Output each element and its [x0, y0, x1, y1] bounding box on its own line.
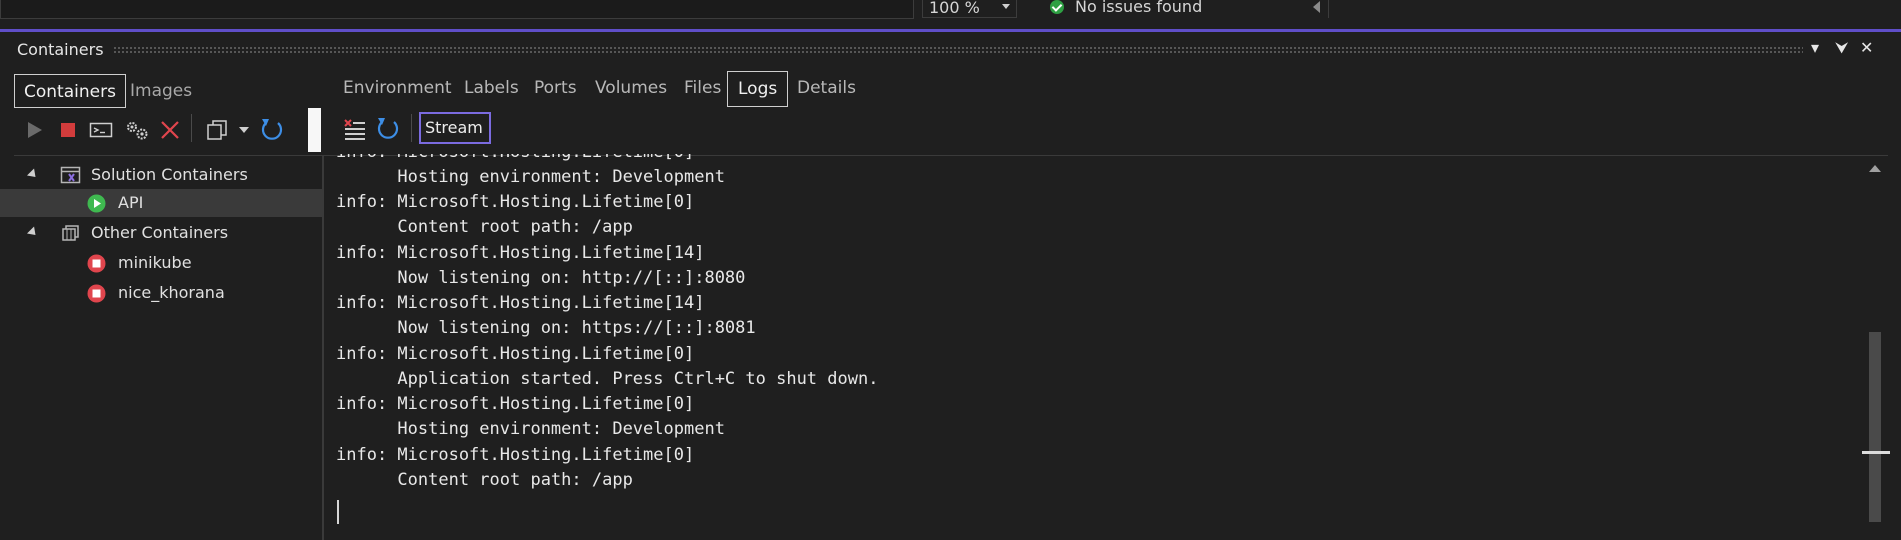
log-line: Content root path: /app — [336, 217, 633, 237]
toolbar-separator — [191, 114, 192, 142]
chevron-down-icon[interactable] — [238, 126, 250, 134]
check-circle-icon — [1050, 0, 1064, 14]
log-line: Now listening on: http://[::]:8080 — [336, 268, 746, 288]
log-line: info: Microsoft.Hosting.Lifetime[14] — [336, 243, 705, 263]
refresh-log-icon[interactable] — [375, 116, 401, 142]
text-caret — [337, 500, 339, 524]
tree-item-api[interactable]: API — [0, 189, 322, 217]
tree-item-label: minikube — [118, 253, 192, 272]
log-line: Hosting environment: Development — [336, 419, 725, 439]
tab-containers[interactable]: Containers — [14, 74, 126, 108]
issues-text: No issues found — [1075, 0, 1203, 16]
close-icon[interactable]: ✕ — [1860, 38, 1873, 57]
chevron-down-icon — [1002, 4, 1010, 9]
toolbar-separator — [411, 114, 412, 142]
zoom-value: 100 % — [929, 0, 980, 17]
log-line: info: Microsoft.Hosting.Lifetime[0] — [336, 192, 695, 212]
navigate-left-icon[interactable] — [1313, 1, 1320, 13]
tree-group-solution-containers[interactable]: Solution Containers — [0, 161, 322, 189]
log-line: info: Microsoft.Hosting.Lifetime[0] — [336, 445, 695, 465]
pane-splitter[interactable] — [322, 155, 324, 540]
containers-icon — [62, 225, 79, 241]
expanded-arrow-icon[interactable] — [26, 226, 40, 239]
tree-group-label: Other Containers — [91, 223, 229, 242]
tab-logs[interactable]: Logs — [727, 71, 789, 107]
tree-group-label: Solution Containers — [91, 165, 248, 184]
tree-group-other-containers[interactable]: Other Containers — [0, 219, 322, 247]
log-line: Content root path: /app — [336, 470, 633, 490]
tree-item-label: API — [118, 193, 144, 212]
log-line: info: Microsoft.Hosting.Lifetime[0] — [336, 154, 694, 165]
scrollbar-position-marker — [1862, 451, 1890, 454]
start-icon[interactable] — [24, 120, 44, 140]
stop-icon[interactable] — [59, 121, 77, 139]
stopped-status-icon — [87, 254, 106, 273]
clear-log-icon[interactable] — [342, 116, 368, 142]
stopped-status-icon — [87, 284, 106, 303]
tab-files[interactable]: Files — [674, 71, 731, 107]
log-line: info: Microsoft.Hosting.Lifetime[14] — [336, 293, 705, 313]
tab-ports[interactable]: Ports — [524, 71, 587, 107]
scroll-up-arrow-icon[interactable] — [1869, 165, 1881, 172]
stream-toggle-button[interactable]: Stream — [419, 112, 491, 144]
tab-environment[interactable]: Environment — [333, 71, 462, 107]
tab-labels[interactable]: Labels — [454, 71, 529, 107]
refresh-icon[interactable] — [259, 117, 285, 143]
tree-item-label: nice_khorana — [118, 283, 225, 302]
panel-title: Containers — [17, 40, 104, 59]
splitter-handle[interactable] — [308, 108, 321, 152]
log-line: info: Microsoft.Hosting.Lifetime[0] — [336, 344, 695, 364]
settings-icon[interactable] — [124, 119, 150, 141]
running-status-icon — [87, 194, 106, 213]
tab-images[interactable]: Images — [121, 74, 201, 108]
tab-details[interactable]: Details — [787, 71, 866, 107]
log-line: Hosting environment: Development — [336, 167, 725, 187]
log-line: Now listening on: https://[::]:8081 — [336, 318, 756, 338]
log-output[interactable]: info: Microsoft.Hosting.Lifetime[0] Host… — [336, 154, 1856, 534]
active-panel-accent — [0, 29, 1901, 32]
solution-icon — [60, 166, 81, 184]
tree-item-minikube[interactable]: minikube — [0, 249, 322, 277]
pin-icon[interactable]: ⮟ — [1835, 38, 1849, 58]
tab-volumes[interactable]: Volumes — [585, 71, 677, 107]
delete-icon[interactable] — [159, 119, 181, 141]
divider — [1328, 0, 1329, 18]
container-tree: Solution Containers API Other Containers… — [0, 155, 322, 540]
terminal-icon[interactable] — [89, 120, 113, 140]
editor-area-edge — [0, 0, 914, 19]
log-line: Application started. Press Ctrl+C to shu… — [336, 369, 879, 389]
tree-item-nice-khorana[interactable]: nice_khorana — [0, 279, 322, 307]
log-line: info: Microsoft.Hosting.Lifetime[0] — [336, 394, 695, 414]
copy-icon[interactable] — [206, 119, 232, 141]
expanded-arrow-icon[interactable] — [26, 168, 40, 181]
scrollbar-thumb[interactable] — [1869, 332, 1881, 522]
zoom-dropdown[interactable]: 100 % — [922, 0, 1017, 18]
panel-drag-grip[interactable] — [113, 46, 1803, 54]
window-position-menu-icon[interactable]: ▾ — [1811, 38, 1819, 57]
